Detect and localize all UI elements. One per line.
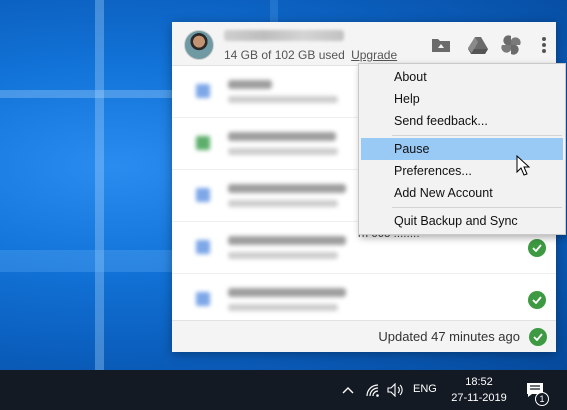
menu-item-help[interactable]: Help — [361, 88, 563, 110]
file-type-icon — [196, 84, 210, 98]
mouse-cursor-icon — [516, 155, 530, 176]
notification-count-badge: 1 — [535, 392, 549, 406]
synced-check-icon — [528, 290, 546, 309]
synced-check-icon — [529, 327, 547, 346]
file-type-icon — [196, 240, 210, 254]
google-drive-icon[interactable] — [467, 35, 489, 55]
file-entry-redacted — [172, 118, 350, 169]
wifi-icon[interactable] — [364, 380, 382, 400]
menu-separator — [392, 207, 562, 208]
wallpaper-light-beam — [0, 250, 175, 272]
settings-menu: About Help Send feedback... Pause Prefer… — [358, 63, 566, 235]
menu-item-quit[interactable]: Quit Backup and Sync — [361, 210, 563, 232]
synced-check-icon — [528, 238, 546, 257]
list-item[interactable] — [172, 274, 556, 322]
file-entry-redacted — [172, 222, 350, 273]
storage-usage-text: 14 GB of 102 GB used — [224, 48, 345, 62]
system-clock[interactable]: 18:52 27-11-2019 — [448, 374, 510, 406]
speaker-icon[interactable] — [386, 380, 406, 400]
open-folder-icon[interactable] — [430, 35, 452, 55]
panel-footer: Updated 47 minutes ago — [172, 320, 556, 352]
more-vert-icon[interactable] — [533, 35, 555, 55]
menu-item-pause[interactable]: Pause — [361, 138, 563, 160]
file-type-icon — [196, 292, 210, 306]
menu-item-send-feedback[interactable]: Send feedback... — [361, 110, 563, 132]
google-photos-icon[interactable] — [500, 35, 522, 55]
taskbar: ENG 18:52 27-11-2019 1 — [0, 370, 567, 410]
language-indicator[interactable]: ENG — [413, 383, 437, 395]
menu-separator — [392, 135, 562, 136]
show-hidden-icons-chevron[interactable] — [341, 380, 355, 400]
file-entry-redacted — [172, 66, 350, 117]
account-name-redacted — [224, 30, 344, 41]
wallpaper-light-beam — [0, 90, 175, 98]
file-type-icon — [196, 136, 210, 150]
file-type-icon — [196, 188, 210, 202]
wallpaper-light-beam — [270, 0, 278, 22]
menu-item-about[interactable]: About — [361, 66, 563, 88]
wallpaper-light-beam — [95, 0, 104, 370]
menu-item-preferences[interactable]: Preferences... — [361, 160, 563, 182]
menu-item-add-account[interactable]: Add New Account — [361, 182, 563, 204]
file-entry-redacted — [172, 274, 350, 322]
storage-usage: 14 GB of 102 GB used Upgrade — [224, 48, 397, 62]
avatar[interactable] — [184, 30, 214, 60]
upgrade-link[interactable]: Upgrade — [351, 48, 397, 62]
clock-time: 18:52 — [465, 376, 493, 388]
sync-status-text: Updated 47 minutes ago — [378, 329, 520, 344]
clock-date: 27-11-2019 — [451, 392, 507, 404]
panel-header: 14 GB of 102 GB used Upgrade — [172, 22, 556, 66]
file-entry-redacted — [172, 170, 350, 221]
